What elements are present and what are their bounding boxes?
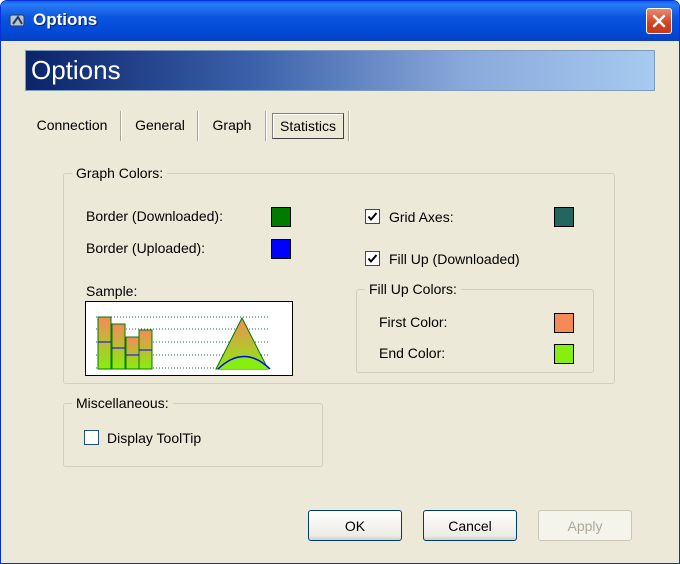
miscellaneous-legend: Miscellaneous:	[72, 395, 173, 411]
border-uploaded-label: Border (Uploaded):	[86, 240, 206, 256]
checkmark-icon	[367, 212, 378, 222]
banner-title: Options	[31, 55, 121, 85]
sample-label: Sample:	[86, 283, 138, 299]
tab-separator	[265, 111, 267, 141]
fill-up-downloaded-label: Fill Up (Downloaded)	[389, 251, 520, 267]
tab-separator	[348, 111, 350, 141]
first-color-button[interactable]	[554, 313, 574, 333]
ok-button[interactable]: OK	[308, 510, 402, 541]
border-downloaded-label: Border (Downloaded):	[86, 208, 223, 224]
grid-axes-label: Grid Axes:	[389, 209, 454, 225]
grid-axes-color-button[interactable]	[554, 207, 574, 227]
options-banner: Options	[25, 50, 655, 91]
tab-general[interactable]: General	[129, 111, 191, 141]
window-title: Options	[33, 10, 98, 29]
display-tooltip-checkbox[interactable]	[84, 430, 99, 445]
close-button[interactable]	[646, 8, 672, 34]
fill-up-downloaded-checkbox[interactable]	[365, 251, 380, 266]
tab-graph[interactable]: Graph	[206, 111, 258, 141]
tab-statistics[interactable]: Statistics	[272, 113, 344, 139]
cancel-button[interactable]: Cancel	[423, 510, 517, 541]
tab-separator	[120, 111, 122, 141]
close-icon	[652, 14, 666, 28]
border-downloaded-color-button[interactable]	[271, 207, 291, 227]
checkmark-icon	[367, 254, 378, 264]
display-tooltip-label: Display ToolTip	[107, 430, 202, 446]
fill-up-colors-legend: Fill Up Colors:	[365, 281, 461, 297]
first-color-label: First Color:	[379, 314, 448, 330]
sample-graph-preview	[85, 301, 293, 376]
tab-separator	[197, 111, 199, 141]
end-color-label: End Color:	[379, 345, 446, 361]
options-window: Options Options Connection General Graph…	[0, 0, 680, 564]
app-icon	[9, 12, 27, 30]
end-color-button[interactable]	[554, 344, 574, 364]
apply-button[interactable]: Apply	[538, 510, 632, 541]
title-bar[interactable]: Options	[1, 1, 679, 41]
border-uploaded-color-button[interactable]	[271, 239, 291, 259]
sample-graph	[96, 316, 271, 370]
grid-axes-checkbox[interactable]	[365, 209, 380, 224]
tab-connection[interactable]: Connection	[31, 111, 113, 141]
graph-colors-legend: Graph Colors:	[72, 165, 168, 181]
